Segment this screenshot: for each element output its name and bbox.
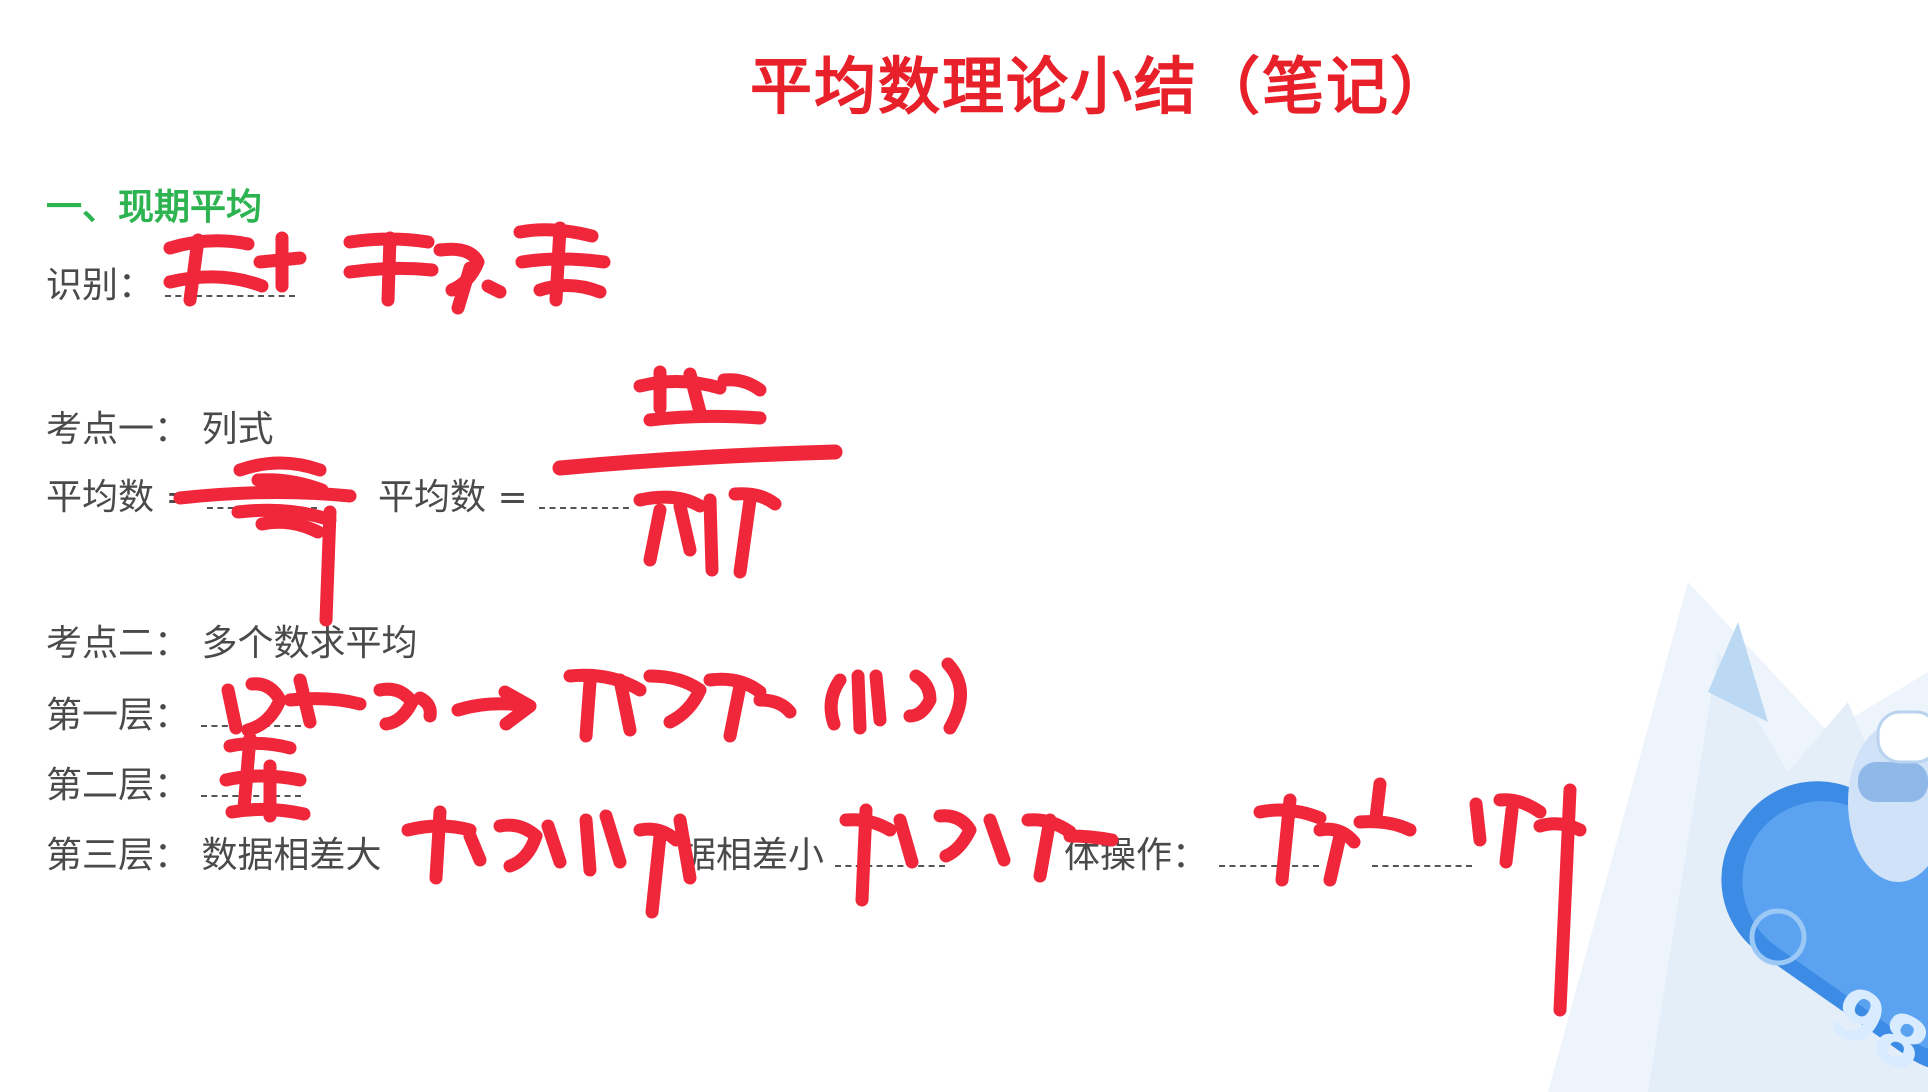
- ink-identify: [163, 221, 611, 315]
- note-slide: { "title": "平均数理论小结（笔记）", "section1": "一…: [0, 0, 1928, 1092]
- handwriting-ink-layer: [163, 221, 1587, 1017]
- ink-fraction: [552, 365, 843, 579]
- ink-layer2: [219, 731, 311, 823]
- ink-avg-blank: [173, 456, 357, 627]
- ink-layer1: [221, 657, 967, 743]
- ink-layer3: [401, 777, 1587, 1017]
